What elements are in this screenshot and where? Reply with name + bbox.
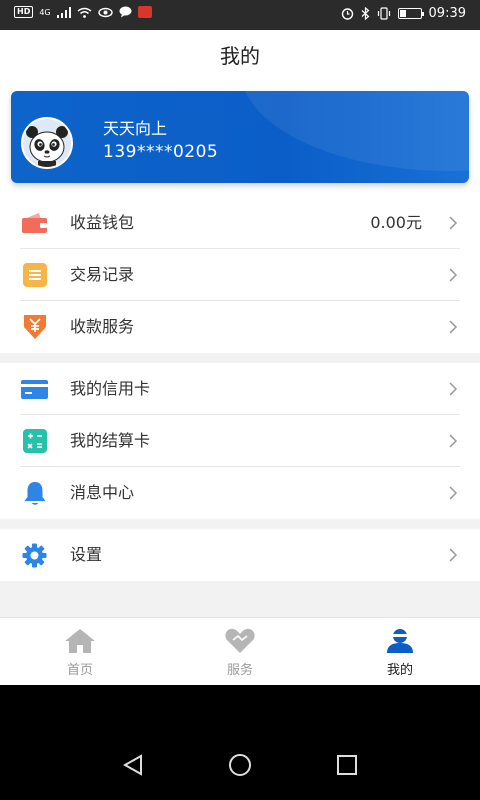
system-nav-bar — [0, 685, 480, 800]
network-type: 4G — [39, 7, 51, 17]
page-title: 我的 — [220, 44, 260, 68]
home-circle-icon[interactable] — [227, 753, 253, 777]
chevron-right-icon — [449, 382, 458, 396]
menu-label-messages: 消息中心 — [70, 483, 135, 502]
yuan-download-icon — [21, 314, 48, 340]
record-icon — [21, 262, 48, 288]
menu-label-payment-service: 收款服务 — [70, 317, 135, 336]
bluetooth-icon — [361, 7, 369, 20]
chat-icon — [119, 6, 132, 18]
calculator-icon — [21, 428, 48, 454]
status-bar: HD 4G 09:39 — [0, 0, 480, 30]
user-icon — [387, 629, 413, 653]
menu-label-credit-card: 我的信用卡 — [70, 379, 151, 398]
profile-card[interactable]: 天天向上 139****0205 — [11, 91, 469, 183]
panda-avatar-icon — [23, 119, 71, 167]
bottom-tab-bar: 首页 服务 我的 — [0, 617, 480, 685]
menu-section-1: 收益钱包 0.00元 交易记录 收款服务 — [0, 197, 480, 353]
recents-icon[interactable] — [334, 753, 360, 777]
chevron-right-icon — [449, 320, 458, 334]
chevron-right-icon — [449, 486, 458, 500]
page-header: 我的 — [0, 30, 480, 82]
menu-label-settings: 设置 — [70, 545, 103, 564]
menu-section-2: 我的信用卡 我的结算卡 消息中心 — [0, 363, 480, 519]
menu-item-messages[interactable]: 消息中心 — [0, 467, 480, 519]
menu-section-3: 设置 — [0, 529, 480, 581]
home-icon — [65, 629, 95, 653]
tab-mine[interactable]: 我的 — [320, 618, 480, 686]
chevron-right-icon — [449, 216, 458, 230]
chevron-right-icon — [449, 434, 458, 448]
heart-icon — [225, 628, 255, 653]
menu-label-transactions: 交易记录 — [70, 265, 135, 284]
tab-label-mine: 我的 — [386, 663, 413, 678]
tab-service[interactable]: 服务 — [160, 618, 320, 686]
chevron-right-icon — [449, 548, 458, 562]
avatar[interactable] — [21, 117, 73, 169]
profile-name: 天天向上 — [103, 119, 168, 138]
status-time: 09:39 — [428, 6, 466, 21]
signal-icon — [56, 6, 71, 18]
menu-item-settings[interactable]: 设置 — [0, 529, 480, 581]
vibrate-icon — [377, 7, 390, 20]
profile-phone: 139****0205 — [103, 142, 219, 162]
menu-item-settlement-card[interactable]: 我的结算卡 — [0, 415, 480, 467]
gear-icon — [21, 542, 48, 568]
battery-fill — [399, 10, 407, 17]
tab-label-service: 服务 — [226, 663, 253, 678]
menu-item-transactions[interactable]: 交易记录 — [0, 249, 480, 301]
status-left: HD 4G — [14, 6, 152, 18]
card-decoration — [241, 91, 469, 171]
bell-icon — [21, 480, 48, 506]
alarm-icon — [341, 8, 353, 20]
status-right: 09:39 — [341, 6, 466, 21]
app-notification-icon — [137, 6, 152, 18]
menu-item-wallet[interactable]: 收益钱包 0.00元 — [0, 197, 480, 249]
back-icon[interactable] — [121, 753, 147, 777]
menu-label-wallet: 收益钱包 — [70, 213, 135, 232]
chevron-right-icon — [449, 268, 458, 282]
tab-home[interactable]: 首页 — [0, 618, 160, 686]
menu-label-settlement-card: 我的结算卡 — [70, 431, 151, 450]
menu-item-payment-service[interactable]: 收款服务 — [0, 301, 480, 353]
wifi-icon — [77, 7, 92, 18]
tab-label-home: 首页 — [66, 663, 93, 678]
app-screen: HD 4G 09:39 我的 天天向上 139****0205 收益钱包 0.0… — [0, 0, 480, 685]
credit-card-icon — [21, 376, 48, 402]
wallet-balance: 0.00元 — [370, 213, 422, 232]
wallet-icon — [21, 210, 48, 236]
menu-item-credit-card[interactable]: 我的信用卡 — [0, 363, 480, 415]
hd-badge: HD — [14, 6, 34, 18]
eye-icon — [97, 7, 113, 17]
battery-icon — [397, 8, 424, 19]
